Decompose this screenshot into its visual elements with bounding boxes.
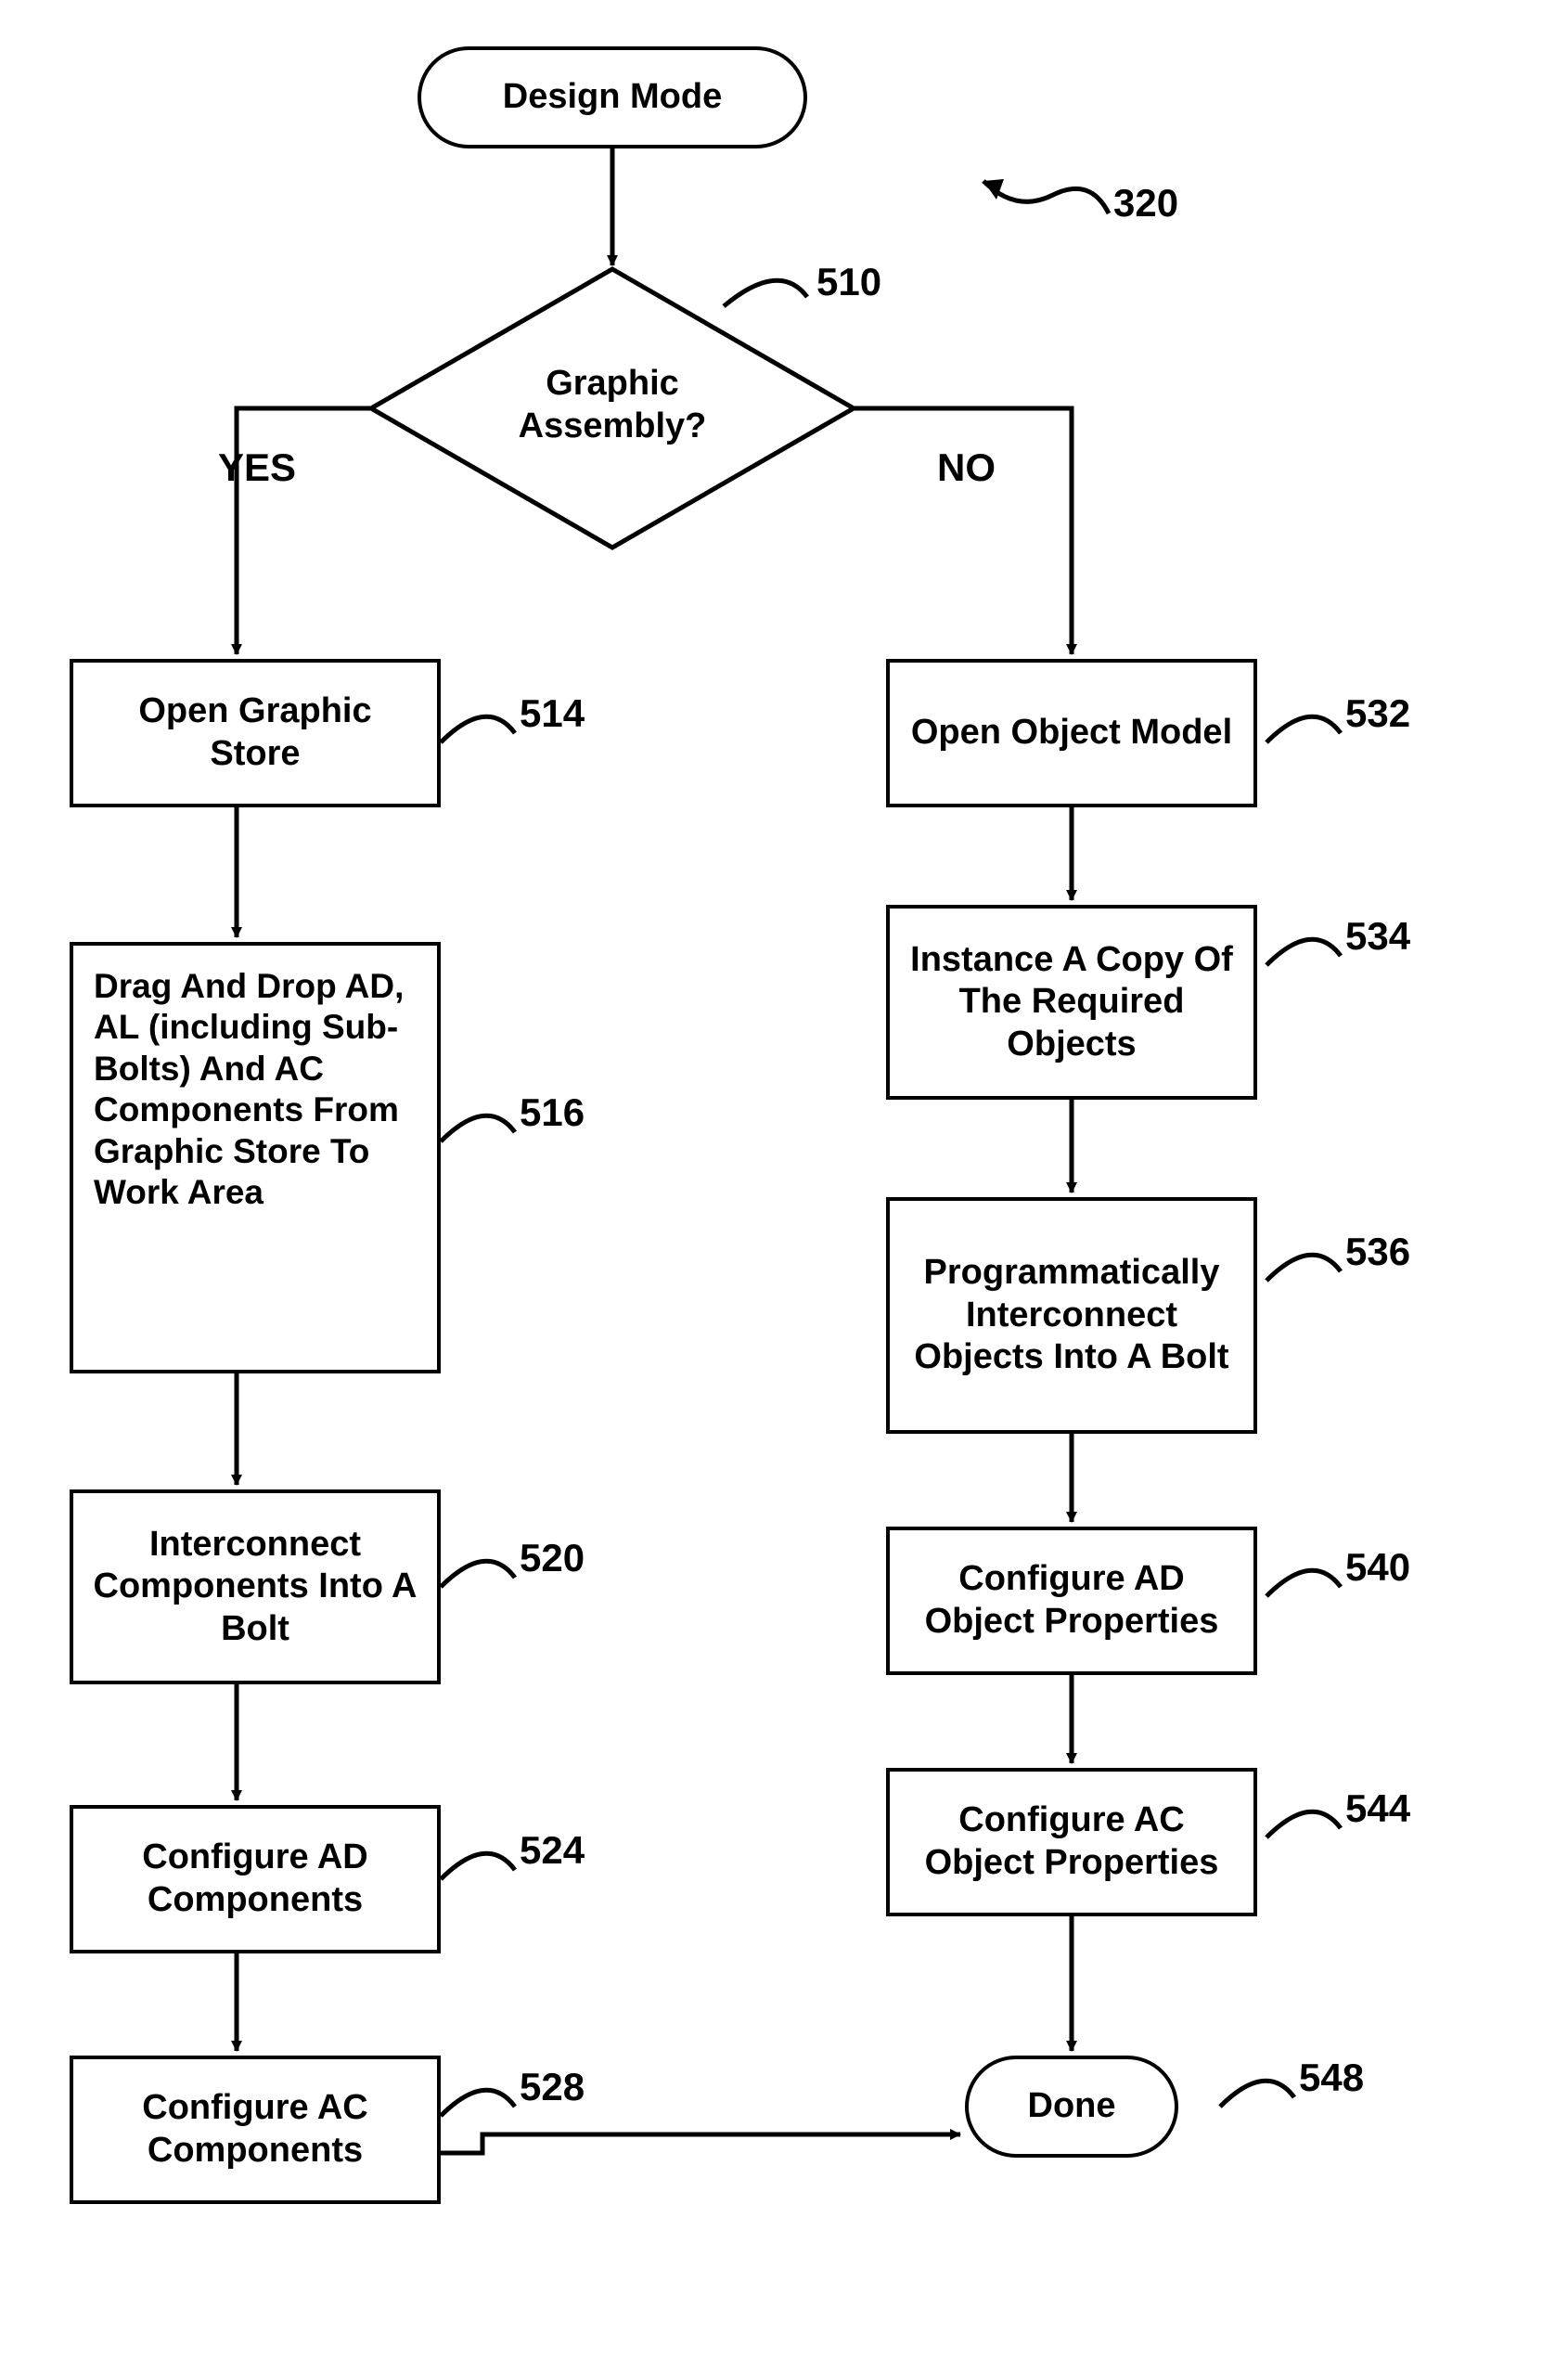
ref-yes1: 514 <box>520 691 585 736</box>
ref-done: 548 <box>1299 2056 1364 2100</box>
ref-yes4: 524 <box>520 1828 585 1873</box>
process-configure-ac-object-props: Configure AC Object Properties <box>886 1768 1257 1916</box>
ref-yes2: 516 <box>520 1090 585 1135</box>
ref-no2: 534 <box>1345 914 1410 959</box>
branch-yes-label: YES <box>218 445 296 490</box>
process-programmatic-interconnect: Programmatically Interconnect Objects In… <box>886 1197 1257 1434</box>
process-open-graphic-store: Open Graphic Store <box>70 659 441 807</box>
decision-text-line2: Assembly? <box>482 406 742 446</box>
terminator-done: Done <box>965 2056 1178 2158</box>
decision-text-line1: Graphic <box>482 364 742 404</box>
ref-decision: 510 <box>816 260 881 304</box>
ref-no4: 540 <box>1345 1545 1410 1590</box>
ref-no1: 532 <box>1345 691 1410 736</box>
process-configure-ad-object-props: Configure AD Object Properties <box>886 1527 1257 1675</box>
ref-no5: 544 <box>1345 1786 1410 1831</box>
process-configure-ac-components: Configure AC Components <box>70 2056 441 2204</box>
ref-yes5: 528 <box>520 2065 585 2109</box>
ref-no3: 536 <box>1345 1230 1410 1274</box>
ref-figure: 320 <box>1113 181 1178 226</box>
process-instance-copy-objects: Instance A Copy Of The Required Objects <box>886 905 1257 1100</box>
terminator-start: Design Mode <box>418 46 807 148</box>
process-drag-drop-components: Drag And Drop AD, AL (including Sub-Bolt… <box>70 942 441 1373</box>
process-open-object-model: Open Object Model <box>886 659 1257 807</box>
process-interconnect-components: Interconnect Components Into A Bolt <box>70 1489 441 1684</box>
process-configure-ad-components: Configure AD Components <box>70 1805 441 1953</box>
ref-yes3: 520 <box>520 1536 585 1580</box>
branch-no-label: NO <box>937 445 996 490</box>
